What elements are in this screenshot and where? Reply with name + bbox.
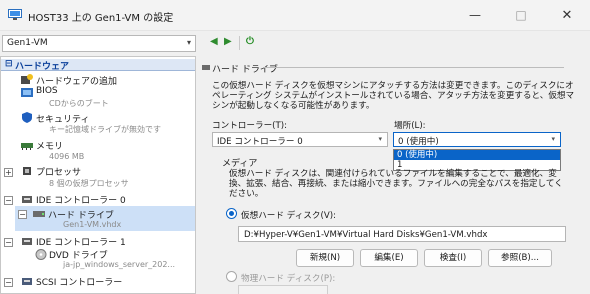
- tree-item-memory-detail: 4096 MB: [49, 152, 85, 161]
- chevron-down-icon: ▾: [378, 135, 382, 143]
- location-select-value: 0 (使用中): [398, 137, 439, 147]
- location-label: 場所(L):: [394, 121, 426, 131]
- controller-select[interactable]: IDE コントローラー 0 ▾: [212, 132, 388, 147]
- tree-section-hardware[interactable]: ⊟ ハードウェア: [1, 59, 195, 72]
- collapse-icon[interactable]: −: [4, 278, 13, 287]
- controller-label: コントローラー(T):: [212, 121, 288, 131]
- browse-button[interactable]: 参照(B)...: [488, 249, 552, 267]
- tree-item-scsi-controller[interactable]: SCSI コントローラー: [36, 275, 122, 288]
- collapse-icon[interactable]: −: [4, 196, 13, 205]
- add-hardware-icon: [21, 74, 33, 84]
- scsi-controller-icon: [22, 278, 32, 285]
- hard-drive-icon: [202, 65, 210, 70]
- collapse-icon[interactable]: ⊟: [5, 59, 13, 69]
- location-option[interactable]: 0 (使用中): [394, 150, 560, 160]
- expand-icon[interactable]: +: [4, 168, 13, 177]
- physical-disk-select[interactable]: [238, 285, 328, 294]
- dvd-drive-icon: [35, 249, 47, 260]
- forward-arrow-icon[interactable]: ▶: [224, 36, 232, 47]
- tree-item-security[interactable]: セキュリティ: [36, 112, 89, 125]
- title-bar: HOST33 上の Gen1-VM の設定 — □ ✕: [0, 0, 590, 31]
- hardware-tree: ⊟ ハードウェア ハードウェアの追加 BIOS CDからのブート セキュリティ …: [0, 56, 196, 294]
- vm-selector[interactable]: Gen1-VM ▾: [2, 35, 196, 52]
- chevron-down-icon: ▾: [551, 135, 555, 143]
- tree-item-processor-detail: 8 個の仮想プロセッサ: [49, 179, 129, 188]
- tree-item-dvd-drive-detail: ja-jp_windows_server_202...: [63, 260, 176, 269]
- shield-icon: [22, 112, 32, 123]
- vm-selector-value: Gen1-VM: [7, 38, 48, 48]
- tree-item-hard-drive[interactable]: ハード ドライブ: [48, 208, 114, 221]
- ide-controller-icon: [22, 238, 32, 245]
- attach-description: この仮想ハード ディスクを仮想マシンにアタッチする方法は変更できます。このディス…: [212, 81, 575, 111]
- inspect-button[interactable]: 検査(I): [424, 249, 482, 267]
- back-arrow-icon[interactable]: ◀: [210, 36, 218, 47]
- controller-select-value: IDE コントローラー 0: [217, 137, 303, 147]
- virtual-disk-path-value: D:¥Hyper-V¥Gen1-VM¥Virtual Hard Disks¥Ge…: [244, 230, 488, 240]
- tree-section-label: ハードウェア: [15, 62, 70, 72]
- panel-title: ハード ドライブ: [212, 65, 278, 75]
- media-description: 仮想ハード ディスクは、関連付けられているファイルを編集することで、最適化、変換…: [229, 169, 563, 199]
- tree-item-memory[interactable]: メモリ: [36, 139, 63, 152]
- window-title: HOST33 上の Gen1-VM の設定: [28, 13, 174, 24]
- divider: [264, 67, 564, 68]
- virtual-disk-label[interactable]: 仮想ハード ディスク(V):: [241, 209, 336, 221]
- tree-item-ide-controller-0[interactable]: IDE コントローラー 0: [36, 193, 126, 206]
- tree-item-security-detail: キー記憶域ドライブが無効です: [49, 125, 161, 134]
- tree-item-processor[interactable]: プロセッサ: [36, 165, 81, 178]
- collapse-icon[interactable]: −: [18, 210, 27, 219]
- close-button[interactable]: ✕: [544, 0, 590, 31]
- tree-item-ide-controller-1[interactable]: IDE コントローラー 1: [36, 235, 126, 248]
- maximize-button[interactable]: □: [498, 0, 544, 31]
- location-select[interactable]: 0 (使用中) ▾: [393, 132, 561, 147]
- tree-item-add-hardware[interactable]: ハードウェアの追加: [36, 74, 117, 87]
- edit-button[interactable]: 編集(E): [360, 249, 418, 267]
- virtual-disk-radio[interactable]: [226, 208, 237, 219]
- memory-icon: [21, 143, 33, 150]
- tree-item-bios[interactable]: BIOS: [36, 86, 58, 98]
- tree-item-hard-drive-detail: Gen1-VM.vhdx: [63, 220, 122, 229]
- processor-icon: [23, 167, 31, 175]
- tree-item-dvd-drive[interactable]: DVD ドライブ: [49, 248, 108, 261]
- hard-drive-icon: [33, 211, 45, 217]
- ide-controller-icon: [22, 196, 32, 203]
- media-group-title: メディア: [222, 159, 258, 169]
- tree-item-bios-detail: CDからのブート: [49, 99, 109, 108]
- virtual-disk-path-input[interactable]: D:¥Hyper-V¥Gen1-VM¥Virtual Hard Disks¥Ge…: [238, 226, 566, 242]
- minimize-button[interactable]: —: [452, 0, 498, 31]
- power-icon[interactable]: ⏻: [246, 36, 254, 47]
- physical-disk-label[interactable]: 物理ハード ディスク(P):: [241, 272, 335, 284]
- radio-selected-dot: [229, 211, 234, 216]
- bios-icon: [21, 88, 33, 97]
- location-dropdown: 0 (使用中) 1: [393, 149, 561, 171]
- physical-disk-radio[interactable]: [226, 271, 237, 282]
- collapse-icon[interactable]: −: [4, 238, 13, 247]
- toolbar-divider: [239, 36, 240, 50]
- chevron-down-icon: ▾: [186, 38, 191, 47]
- settings-app-icon: [8, 9, 22, 20]
- new-button[interactable]: 新規(N): [296, 249, 354, 267]
